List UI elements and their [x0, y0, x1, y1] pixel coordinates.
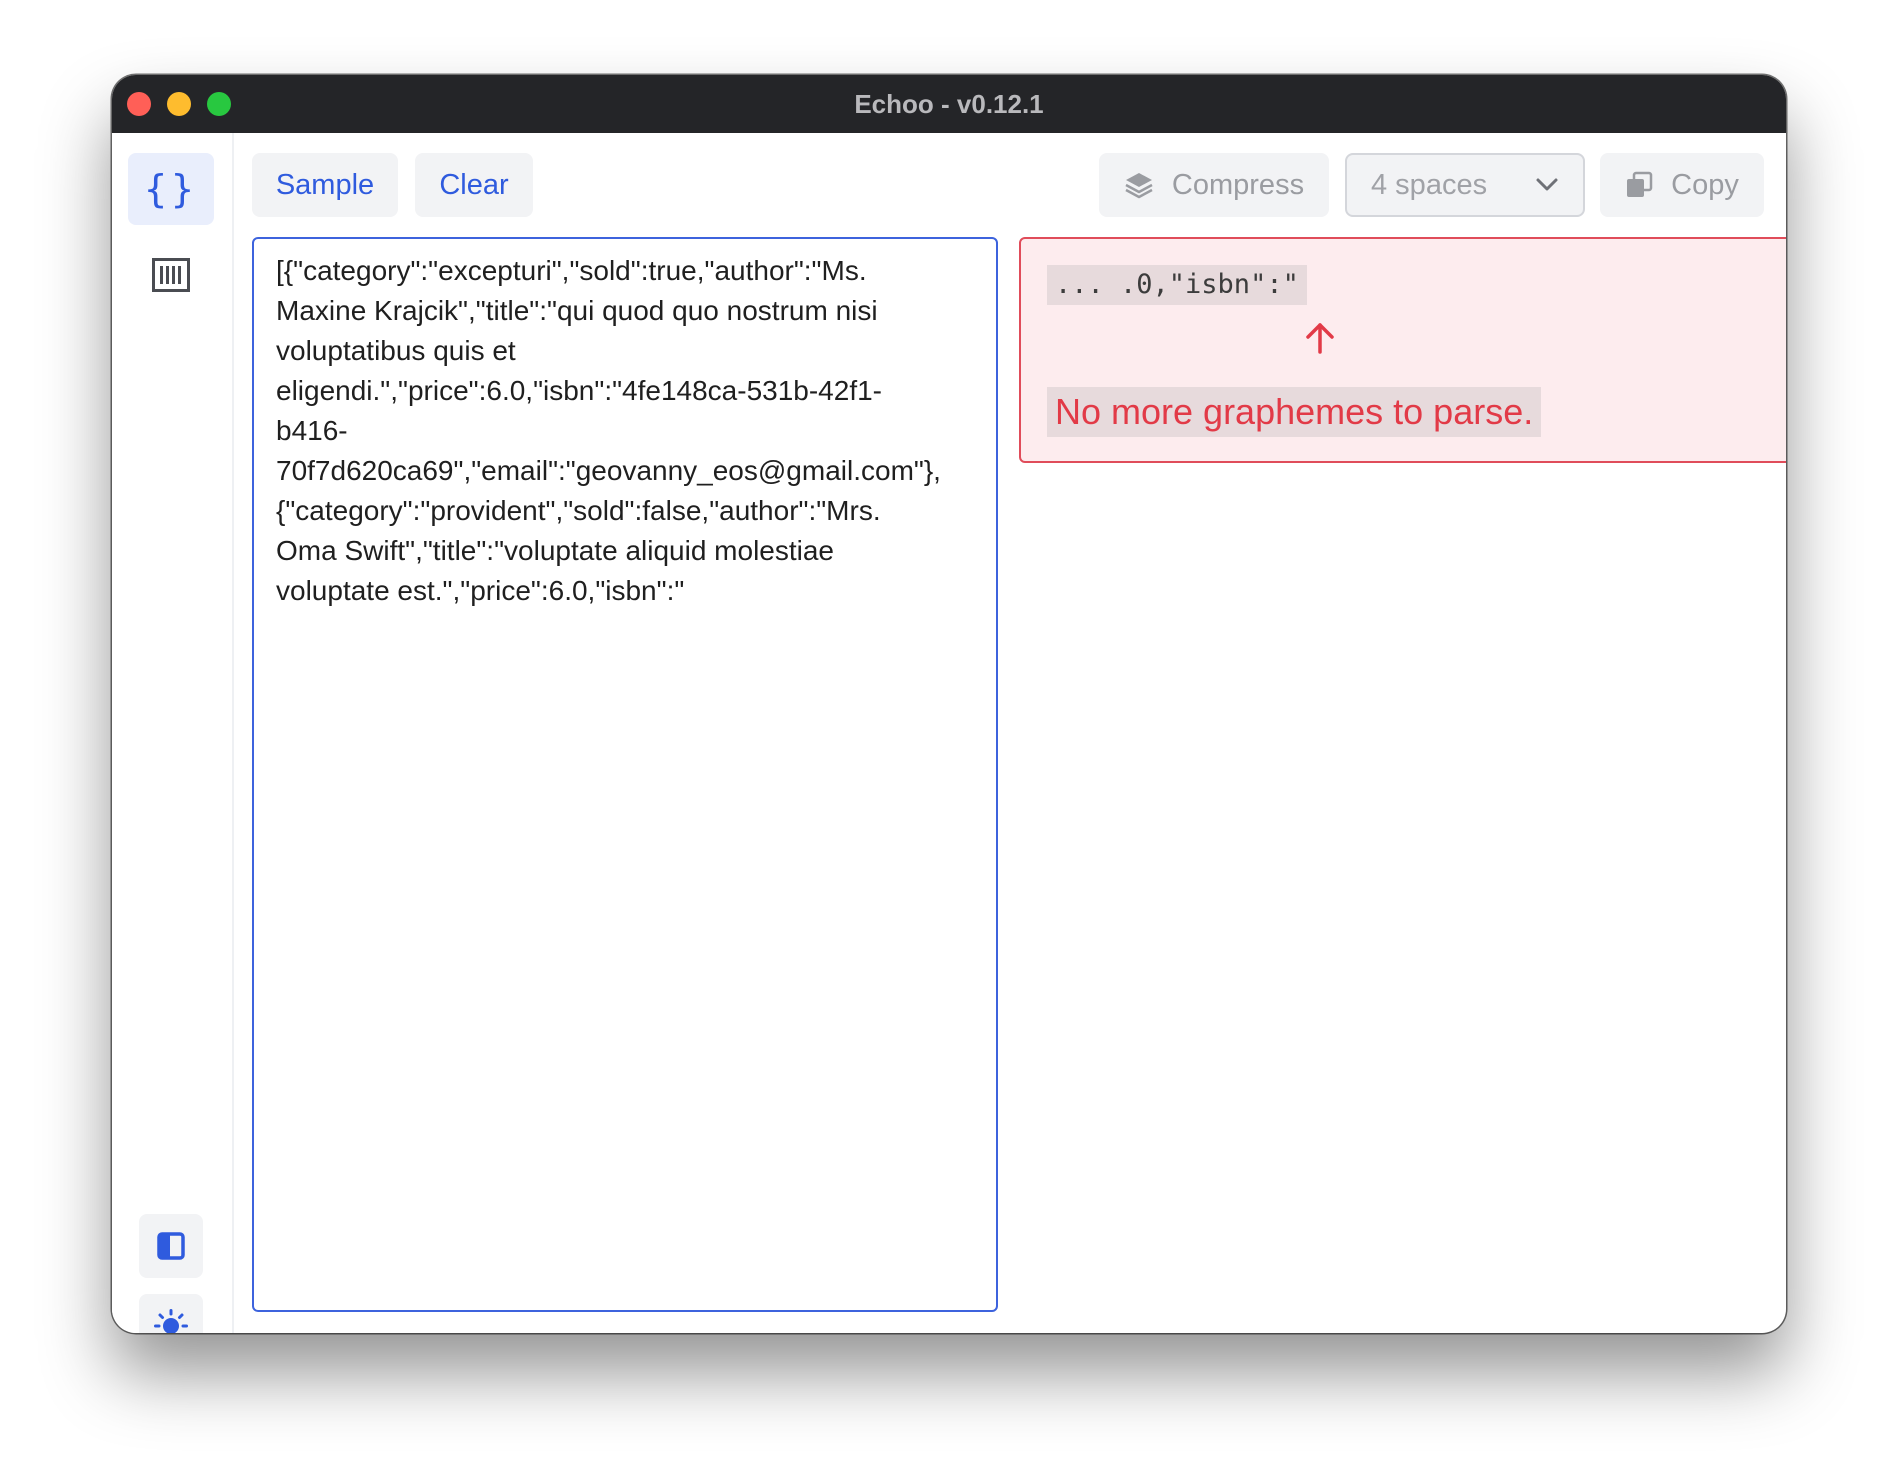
title-bar[interactable]: Echoo - v0.12.1 [112, 75, 1786, 133]
sidebar-item-json[interactable]: {} [128, 153, 214, 225]
indent-select[interactable]: 4 spaces [1345, 153, 1585, 217]
sample-button[interactable]: Sample [252, 153, 398, 217]
compress-label: Compress [1171, 168, 1305, 201]
error-message: No more graphemes to parse. [1047, 387, 1542, 437]
toggle-sidebar-button[interactable] [139, 1214, 203, 1278]
copy-button[interactable]: Copy [1600, 153, 1764, 217]
window-title: Echoo - v0.12.1 [854, 89, 1044, 119]
arrow-up-icon [1306, 323, 1334, 354]
barcode-icon [152, 258, 190, 292]
indent-selected-value: 4 spaces [1371, 168, 1488, 201]
json-input-editor[interactable]: [{"category":"excepturi","sold":true,"au… [252, 237, 998, 1312]
layers-icon [1124, 170, 1154, 200]
compress-button[interactable]: Compress [1099, 153, 1329, 217]
copy-icon [1625, 171, 1653, 199]
error-panel: ... .0,"isbn":" No more graphemes to par… [1019, 237, 1786, 463]
sidebar: {} [112, 133, 234, 1333]
theme-toggle-button[interactable] [139, 1294, 203, 1333]
error-snippet: ... .0,"isbn":" [1047, 265, 1307, 305]
sidebar-item-barcode[interactable] [128, 239, 214, 311]
sun-icon [154, 1309, 188, 1333]
sidebar-toggle-icon [157, 1232, 185, 1260]
app-window: Echoo - v0.12.1 {} Sample Clear Compress… [112, 75, 1786, 1333]
clear-button[interactable]: Clear [415, 153, 533, 217]
chevron-down-icon [1536, 178, 1558, 191]
braces-icon: {} [144, 167, 198, 211]
copy-label: Copy [1671, 168, 1739, 201]
